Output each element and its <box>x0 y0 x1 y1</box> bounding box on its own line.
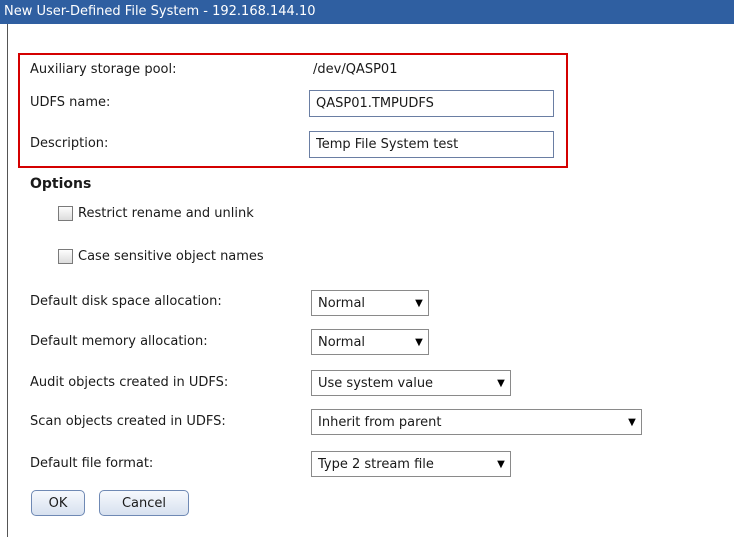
file-format-select[interactable]: Type 2 stream file ▼ <box>311 451 511 477</box>
asp-label: Auxiliary storage pool: <box>30 62 177 77</box>
scan-value: Inherit from parent <box>318 414 442 430</box>
restrict-rename-checkbox[interactable] <box>58 206 73 221</box>
disk-space-value: Normal <box>318 295 366 311</box>
cancel-button[interactable]: Cancel <box>99 490 189 516</box>
options-heading: Options <box>30 176 92 192</box>
window-left-border <box>7 24 8 537</box>
memory-value: Normal <box>318 334 366 350</box>
window-title: New User-Defined File System - 192.168.1… <box>4 4 316 19</box>
udfs-name-label: UDFS name: <box>30 95 111 110</box>
description-field[interactable] <box>309 131 554 158</box>
chevron-down-icon: ▼ <box>497 377 505 389</box>
chevron-down-icon: ▼ <box>497 458 505 470</box>
disk-space-label: Default disk space allocation: <box>30 294 222 309</box>
chevron-down-icon: ▼ <box>415 336 423 348</box>
file-format-value: Type 2 stream file <box>318 456 434 472</box>
disk-space-select[interactable]: Normal ▼ <box>311 290 429 316</box>
udfs-name-field[interactable] <box>309 90 554 117</box>
scan-select[interactable]: Inherit from parent ▼ <box>311 409 642 435</box>
description-label: Description: <box>30 136 109 151</box>
asp-value: /dev/QASP01 <box>313 62 398 77</box>
window-title-bar: New User-Defined File System - 192.168.1… <box>0 0 734 24</box>
case-sensitive-checkbox[interactable] <box>58 249 73 264</box>
scan-label: Scan objects created in UDFS: <box>30 414 226 429</box>
chevron-down-icon: ▼ <box>628 416 636 428</box>
audit-value: Use system value <box>318 375 434 391</box>
chevron-down-icon: ▼ <box>415 297 423 309</box>
memory-label: Default memory allocation: <box>30 334 208 349</box>
file-format-label: Default file format: <box>30 456 154 471</box>
audit-label: Audit objects created in UDFS: <box>30 375 229 390</box>
audit-select[interactable]: Use system value ▼ <box>311 370 511 396</box>
restrict-rename-option[interactable]: Restrict rename and unlink <box>58 206 254 221</box>
memory-select[interactable]: Normal ▼ <box>311 329 429 355</box>
restrict-rename-label: Restrict rename and unlink <box>78 206 254 221</box>
case-sensitive-label: Case sensitive object names <box>78 249 264 264</box>
case-sensitive-option[interactable]: Case sensitive object names <box>58 249 264 264</box>
ok-button[interactable]: OK <box>31 490 85 516</box>
